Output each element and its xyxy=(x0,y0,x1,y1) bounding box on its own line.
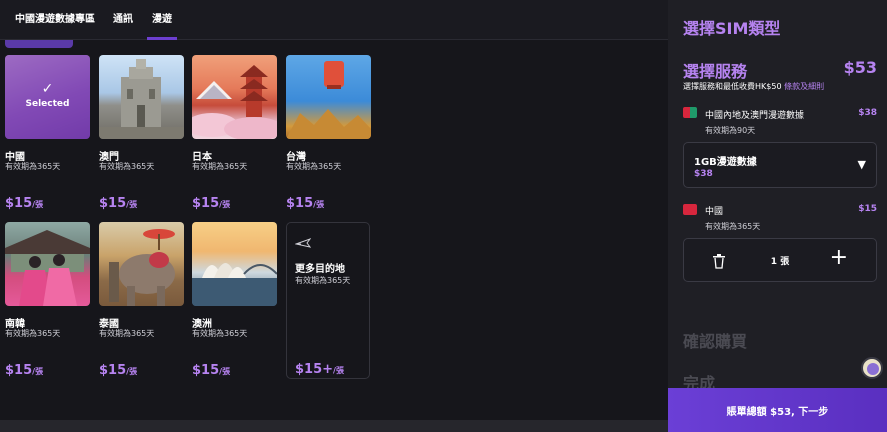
more-destinations-card[interactable]: 更多目的地 有效期為365天 $15+/張 xyxy=(286,222,370,379)
korea-destination-image xyxy=(5,222,90,306)
chevron-down-icon: ▼ xyxy=(857,158,866,171)
destination-validity: 有效期為365天 xyxy=(99,329,155,338)
price-unit: /張 xyxy=(313,200,325,209)
plus-icon[interactable]: + xyxy=(830,247,848,269)
selected-overlay xyxy=(5,55,90,139)
step-confirm-purchase: 確認購買 xyxy=(683,332,748,351)
price-unit: /張 xyxy=(126,200,138,209)
price-amount: $15 xyxy=(192,196,220,211)
destination-validity: 有效期為365天 xyxy=(286,162,342,171)
next-step-button[interactable]: 賬單總額 $53, 下一步 xyxy=(668,388,887,432)
item-china-price: $15 xyxy=(858,204,877,214)
destination-price: $15/張 xyxy=(192,359,230,378)
service-heading: 選擇服務 xyxy=(683,62,748,81)
app-root: 中國漫遊數據專區 通訊 漫遊 ✓ Selected 中國 有效期為365天 $1… xyxy=(0,0,887,432)
next-step-label: 賬單總額 $53, 下一步 xyxy=(726,407,829,418)
macau-destination-image xyxy=(99,55,184,139)
destination-validity: 有效期為365天 xyxy=(5,162,61,171)
item-china-macau-validity: 有效期為90天 xyxy=(705,126,756,135)
thailand-elephant-illustration xyxy=(109,229,175,306)
scrolled-content-edge xyxy=(5,40,73,48)
chat-bot-face xyxy=(867,363,879,375)
destination-price: $15/張 xyxy=(192,192,230,211)
destination-validity: 有效期為365天 xyxy=(5,329,61,338)
china-flag-icon xyxy=(683,204,697,215)
tab-communication[interactable]: 通訊 xyxy=(113,10,133,25)
price-amount: $15 xyxy=(5,363,33,378)
price-unit: /張 xyxy=(32,367,44,376)
plan-name: 1GB漫遊數據 xyxy=(694,157,757,168)
australia-destination-image xyxy=(192,222,277,306)
price-amount: $15 xyxy=(5,196,33,211)
quantity-stepper: 1 張 + xyxy=(683,238,877,282)
top-nav: 中國漫遊數據專區 通訊 漫遊 xyxy=(0,0,668,40)
price-amount: $15 xyxy=(286,196,314,211)
item-china-validity: 有效期為365天 xyxy=(705,222,761,231)
taiwan-destination-image xyxy=(286,55,371,139)
data-plan-select[interactable]: 1GB漫遊數據 $38 ▼ xyxy=(683,142,877,188)
destination-price: $15/張 xyxy=(99,192,137,211)
item-china-title: 中國 xyxy=(705,207,724,217)
more-destinations-validity: 有效期為365天 xyxy=(295,276,351,285)
plan-price: $38 xyxy=(694,169,713,179)
japan-pagoda-illustration xyxy=(192,65,277,139)
destination-validity: 有效期為365天 xyxy=(99,162,155,171)
destination-price: $15/張 xyxy=(99,359,137,378)
price-amount: $15 xyxy=(192,363,220,378)
more-destinations-price: $15+/張 xyxy=(295,358,344,377)
item-china-macau-title: 中國內地及澳門漫遊數據 xyxy=(705,111,805,121)
note-text: 選擇服務和最低收費HK$50 xyxy=(683,82,782,91)
airplane-icon xyxy=(294,237,312,252)
more-destinations-title: 更多目的地 xyxy=(295,264,345,275)
china-destination-image: ✓ Selected xyxy=(5,55,90,139)
destination-validity: 有效期為365天 xyxy=(192,329,248,338)
thailand-destination-image xyxy=(99,222,184,306)
check-icon: ✓ xyxy=(41,81,54,97)
destination-price: $15/張 xyxy=(286,192,324,211)
macau-ruins-illustration xyxy=(99,59,184,139)
service-total: $53 xyxy=(843,58,877,77)
sydney-opera-house-illustration xyxy=(192,263,277,306)
korea-hanbok-illustration xyxy=(5,230,90,306)
tab-roaming[interactable]: 漫遊 xyxy=(152,10,172,25)
item-china-macau-price: $38 xyxy=(858,108,877,118)
terms-link[interactable]: 條款及細則 xyxy=(784,82,824,91)
tab-china-roaming-zone[interactable]: 中國漫遊數據專區 xyxy=(15,10,95,25)
price-unit: /張 xyxy=(219,367,231,376)
china-macau-flag-icon xyxy=(683,107,697,118)
price-amount: $15+ xyxy=(295,362,334,377)
price-unit: /張 xyxy=(333,366,344,375)
destination-price: $15/張 xyxy=(5,359,43,378)
destination-price: $15/張 xyxy=(5,192,43,211)
price-unit: /張 xyxy=(126,367,138,376)
price-unit: /張 xyxy=(219,200,231,209)
chat-bot-icon[interactable] xyxy=(861,357,883,379)
order-panel: 選擇SIM類型 選擇服務 $53 選擇服務和最低收費HK$50 條款及細則 中國… xyxy=(668,0,887,432)
panel-title: 選擇SIM類型 xyxy=(683,19,781,38)
taiwan-sky-lantern-illustration xyxy=(286,61,371,139)
japan-destination-image xyxy=(192,55,277,139)
bottom-strip xyxy=(0,420,668,432)
active-tab-indicator xyxy=(147,37,177,40)
price-unit: /張 xyxy=(32,200,44,209)
selected-label: Selected xyxy=(25,99,70,109)
price-amount: $15 xyxy=(99,363,127,378)
minimum-charge-note: 選擇服務和最低收費HK$50 條款及細則 xyxy=(683,81,824,92)
price-amount: $15 xyxy=(99,196,127,211)
destination-validity: 有效期為365天 xyxy=(192,162,248,171)
